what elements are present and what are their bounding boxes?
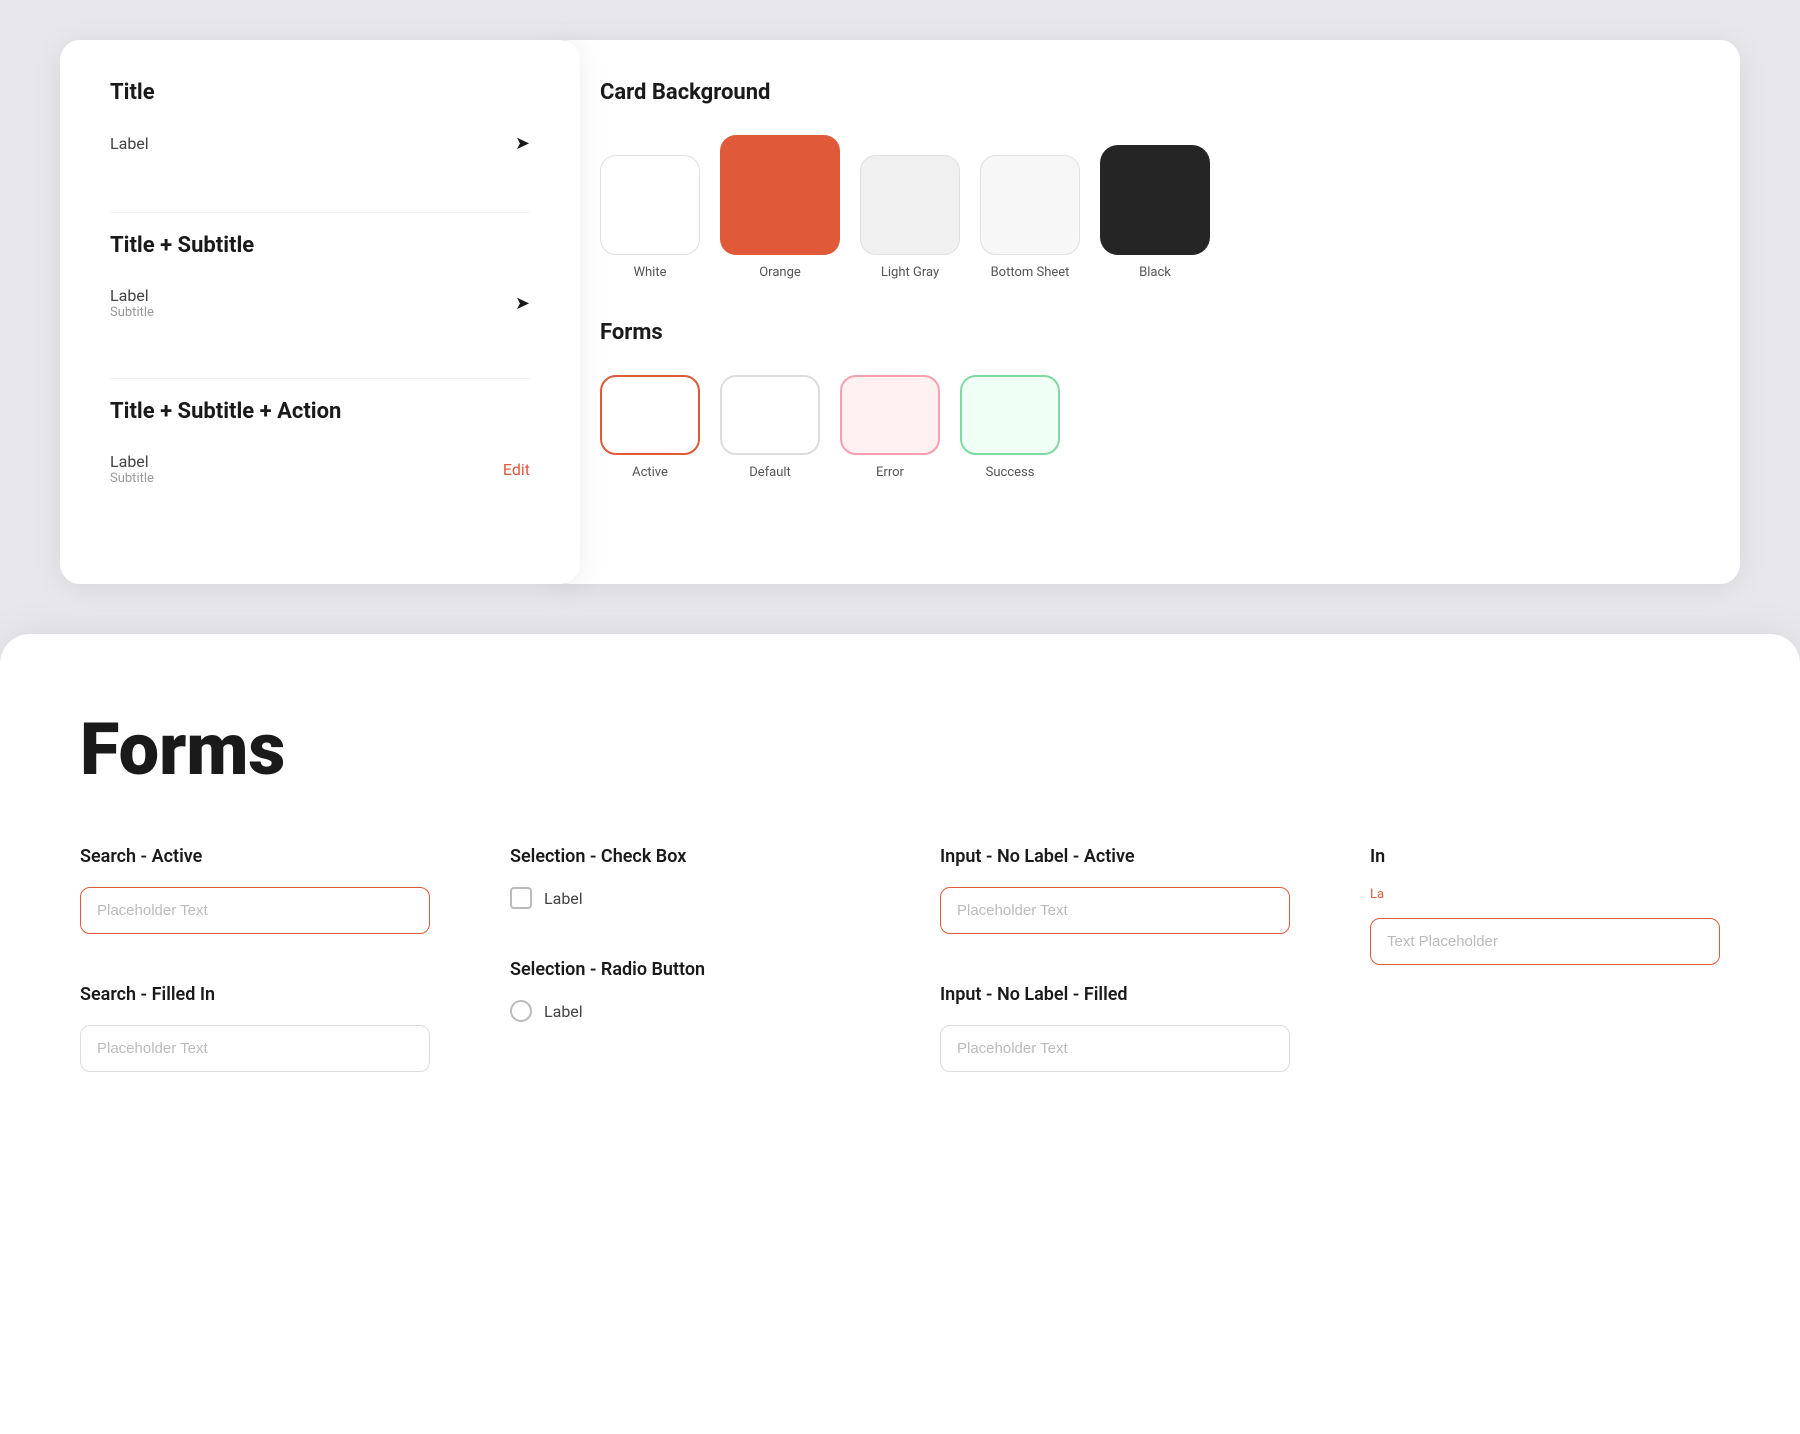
bottomsheet-label: Bottom Sheet	[991, 265, 1070, 280]
section2-label: Label	[110, 286, 154, 305]
color-swatches-row: White Orange Light Gray Bottom Sheet Bla…	[600, 135, 1690, 280]
input-no-label-filled-group: Input - No Label - Filled	[940, 984, 1290, 1072]
orange-swatch	[720, 135, 840, 255]
active-form-label: Active	[632, 465, 668, 480]
search-active-group: Search - Active	[80, 846, 430, 934]
lightgray-swatch	[860, 155, 960, 255]
list-item-section-title: Title Label ➤	[110, 80, 530, 162]
divider-2	[110, 378, 530, 379]
input-no-label-active[interactable]	[940, 887, 1290, 934]
swatch-bottomsheet: Bottom Sheet	[980, 155, 1080, 280]
radio-label: Label	[544, 1002, 583, 1021]
white-label: White	[633, 265, 666, 280]
search-filled-input[interactable]	[80, 1025, 430, 1072]
search-active-title: Search - Active	[80, 846, 430, 867]
checkbox-label: Label	[544, 889, 583, 908]
checkbox-title: Selection - Check Box	[510, 846, 860, 867]
column-input-no-label: Input - No Label - Active Input - No Lab…	[940, 846, 1290, 1072]
swatch-orange: Orange	[720, 135, 840, 280]
search-active-input[interactable]	[80, 887, 430, 934]
list-item-section-action: Title + Subtitle + Action Label Subtitle…	[110, 399, 530, 494]
section2-nav-icon: ➤	[515, 293, 530, 314]
forms-preview-title: Forms	[600, 320, 1690, 345]
partial-input-field[interactable]	[1370, 918, 1720, 965]
error-form-label: Error	[876, 465, 904, 480]
section3-label: Label	[110, 452, 154, 471]
swatch-lightgray: Light Gray	[860, 155, 960, 280]
column-partial: In La	[1370, 846, 1720, 1072]
form-swatch-default: Default	[720, 375, 820, 480]
partial-input-title: In	[1370, 846, 1720, 867]
section2-subtitle: Subtitle	[110, 305, 154, 320]
list-item-section-subtitle: Title + Subtitle Label Subtitle ➤	[110, 233, 530, 328]
swatch-white: White	[600, 155, 700, 280]
bottomsheet-swatch	[980, 155, 1080, 255]
card-background-section: Card Background White Orange Light Gray …	[600, 80, 1690, 280]
radio-group: Selection - Radio Button Label	[510, 959, 860, 1022]
forms-preview-section: Forms Active Default Error Success	[600, 320, 1690, 480]
lightgray-label: Light Gray	[881, 265, 939, 280]
section3-labels: Label Subtitle	[110, 452, 154, 486]
swatch-black: Black	[1100, 145, 1210, 280]
input-no-label-active-group: Input - No Label - Active	[940, 846, 1290, 934]
section3-row: Label Subtitle Edit	[110, 444, 530, 494]
column-selection: Selection - Check Box Label Selection - …	[510, 846, 860, 1072]
radio-title: Selection - Radio Button	[510, 959, 860, 980]
forms-grid: Search - Active Search - Filled In Selec…	[80, 846, 1720, 1072]
active-form-swatch	[600, 375, 700, 455]
section1-title: Title	[110, 80, 530, 105]
default-form-swatch	[720, 375, 820, 455]
success-form-label: Success	[986, 465, 1035, 480]
search-filled-title: Search - Filled In	[80, 984, 430, 1005]
partial-input-group: In La	[1370, 846, 1720, 965]
section1-label: Label	[110, 134, 149, 153]
checkbox-row: Label	[510, 887, 860, 909]
section1-row: Label ➤	[110, 125, 530, 162]
radio-row: Label	[510, 1000, 860, 1022]
form-swatch-error: Error	[840, 375, 940, 480]
checkbox-box[interactable]	[510, 887, 532, 909]
radio-button[interactable]	[510, 1000, 532, 1022]
right-card: Card Background White Orange Light Gray …	[550, 40, 1740, 584]
black-label: Black	[1139, 265, 1171, 280]
forms-swatches-row: Active Default Error Success	[600, 375, 1690, 480]
section3-subtitle: Subtitle	[110, 471, 154, 486]
input-no-label-active-title: Input - No Label - Active	[940, 846, 1290, 867]
default-form-label: Default	[749, 465, 791, 480]
white-swatch	[600, 155, 700, 255]
forms-page: Forms Search - Active Search - Filled In…	[0, 634, 1800, 1434]
success-form-swatch	[960, 375, 1060, 455]
section2-labels: Label Subtitle	[110, 286, 154, 320]
form-swatch-active: Active	[600, 375, 700, 480]
input-no-label-filled[interactable]	[940, 1025, 1290, 1072]
edit-action[interactable]: Edit	[503, 460, 530, 479]
section2-title: Title + Subtitle	[110, 233, 530, 258]
divider-1	[110, 212, 530, 213]
checkbox-group: Selection - Check Box Label	[510, 846, 860, 909]
input-no-label-filled-title: Input - No Label - Filled	[940, 984, 1290, 1005]
black-swatch	[1100, 145, 1210, 255]
list-card: Title Label ➤ Title + Subtitle Label Sub…	[60, 40, 580, 584]
card-background-title: Card Background	[600, 80, 1690, 105]
form-swatch-success: Success	[960, 375, 1060, 480]
section2-row: Label Subtitle ➤	[110, 278, 530, 328]
forms-page-title: Forms	[80, 714, 1720, 786]
section3-title: Title + Subtitle + Action	[110, 399, 530, 424]
section1-nav-icon: ➤	[515, 133, 530, 154]
search-filled-group: Search - Filled In	[80, 984, 430, 1072]
partial-input-label-text: La	[1370, 887, 1720, 902]
error-form-swatch	[840, 375, 940, 455]
orange-label: Orange	[759, 265, 801, 280]
column-search: Search - Active Search - Filled In	[80, 846, 430, 1072]
